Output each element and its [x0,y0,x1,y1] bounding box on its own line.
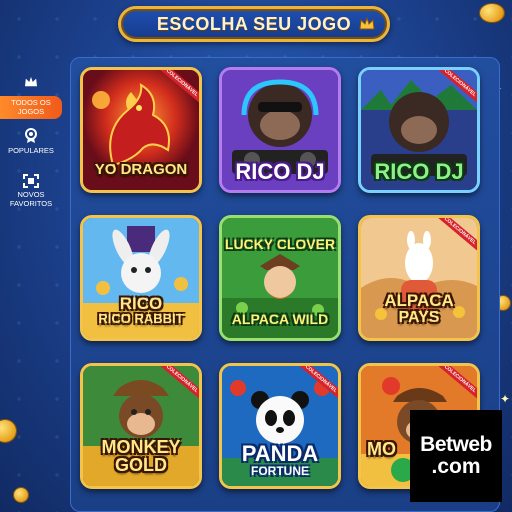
game-title-line: YO DRAGON [94,161,188,178]
crown-icon [25,76,37,87]
game-title-line: RICO RABBIT [98,311,184,326]
watermark-text: Betweb [420,433,492,456]
game-tile-yo-dragon[interactable]: COLECIONÁVEL YO DRAGON [80,67,202,193]
game-title-line: ALPACA WILD [231,311,329,327]
game-tile-rico-dj[interactable]: RICO DJ [219,67,341,193]
game-title-line: GOLD [115,455,167,475]
game-title: MONKEY GOLD [83,438,199,474]
sidebar-item-label: POPULARES [8,146,54,155]
sidebar: TODOS OS JOGOS POPULARES NOVOS FAVORITOS [0,70,64,512]
sidebar-item-todos-os-jogos[interactable]: TODOS OS JOGOS [0,96,62,119]
game-title-line: RICO DJ [374,159,464,184]
page-title: ESCOLHA SEU JOGO [156,13,352,34]
game-subtitle: ALPACA WILD [222,311,338,328]
game-title-line: RICO DJ [235,159,325,184]
game-title-line: MONKEY [101,437,181,457]
crown-icon [359,17,375,30]
game-title: RICO DJ [361,161,477,183]
game-tile-alpaca-pays[interactable]: COLECIONÁVEL ALPACA PAYS [358,215,480,341]
sidebar-item-label: TODOS OS [11,98,51,107]
coin-decoration [480,4,504,22]
sidebar-item-label: FAVORITOS [9,199,53,208]
game-title: LUCKY CLOVER [222,236,338,253]
expand-icon [23,174,39,188]
sidebar-item-label: NOVOS [17,190,45,199]
game-tile-lucky-clover[interactable]: LUCKY CLOVER ALPACA WILD [219,215,341,341]
game-title-line: LUCKY CLOVER [224,236,336,252]
title-banner: ESCOLHA SEU JOGO [118,6,390,42]
game-title-line: PANDA [241,441,319,466]
sidebar-item-populares[interactable]: POPULARES [0,128,62,155]
game-title: PANDA FORTUNE [222,441,338,479]
game-title-line: FORTUNE [251,464,309,478]
sidebar-icon-crown [0,76,62,90]
badge-icon [25,128,37,143]
game-tile-panda-fortune[interactable]: COLECIONÁVEL PANDA FORTUNE [219,363,341,489]
game-title-line: PAYS [398,309,440,326]
sparkle-icon: ✦ [500,392,511,406]
game-title-line: MO [367,439,396,459]
game-title-line: ALPACA [384,291,454,310]
game-tile-rico-rabbit[interactable]: RICO RICO RABBIT [80,215,202,341]
game-tile-rico-dj-green[interactable]: COLECIONÁVEL RICO DJ [358,67,480,193]
betweb-watermark: Betweb .com [410,410,502,502]
game-title: RICO RICO RABBIT [83,295,199,326]
watermark-text: .com [431,455,481,478]
game-title: ALPACA PAYS [361,292,477,326]
game-title: YO DRAGON [83,161,199,178]
sidebar-item-novos-favoritos[interactable]: NOVOS FAVORITOS [0,174,62,208]
game-title: RICO DJ [222,161,338,183]
game-tile-monkey-gold[interactable]: COLECIONÁVEL MONKEY GOLD [80,363,202,489]
sidebar-item-label: JOGOS [17,107,45,116]
